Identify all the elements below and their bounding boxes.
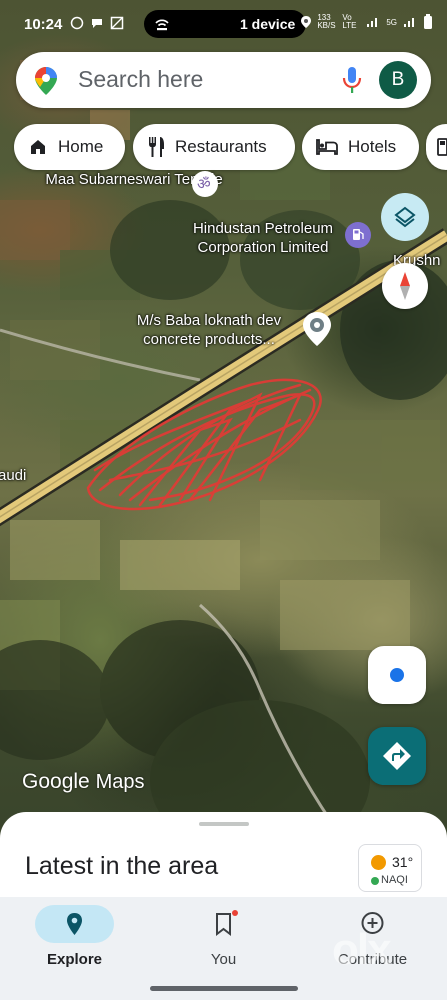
map-label-petroleum[interactable]: Hindustan Petroleum Corporation Limited	[185, 219, 341, 257]
status-bar: 10:24 1 device 133 KB/S Vo LTE 5G	[0, 0, 447, 48]
concrete-label-text: M/s Baba loknath dev concrete products..…	[136, 312, 282, 348]
nav-explore-pill	[35, 905, 114, 943]
cast-label: 1 device	[240, 16, 296, 32]
chip-restaurants[interactable]: Restaurants	[133, 124, 295, 170]
chat-icon	[92, 19, 102, 28]
sheet-title: Latest in the area	[25, 852, 219, 880]
chip-hotels[interactable]: Hotels	[302, 124, 419, 170]
home-icon	[31, 140, 45, 154]
nav-you[interactable]: You	[149, 897, 298, 1000]
network-type: Vo LTE	[342, 13, 357, 30]
battery-icon	[424, 14, 432, 29]
directions-icon	[383, 742, 411, 770]
layers-icon	[394, 206, 416, 228]
microphone-icon[interactable]	[342, 66, 362, 94]
maps-wordmark: Maps	[95, 771, 145, 793]
petroleum-poi[interactable]	[345, 222, 371, 248]
search-bar[interactable]: Search here B	[16, 52, 431, 108]
chip-home[interactable]: Home	[14, 124, 125, 170]
network-5g: 5G	[386, 17, 397, 27]
nav-label-you: You	[210, 951, 237, 968]
chip-label-hotels: Hotels	[348, 137, 397, 156]
search-input[interactable]: Search here	[78, 66, 203, 93]
google-maps-logo-icon	[35, 67, 57, 95]
cast-icon	[155, 19, 169, 31]
air-quality-dot	[371, 877, 379, 885]
notification-icons	[70, 16, 124, 30]
google-maps-attribution: Google Maps	[22, 770, 144, 794]
gas-station-icon	[437, 138, 447, 156]
whatsapp-icon	[70, 16, 84, 30]
nav-label-explore: Explore	[46, 951, 103, 968]
network-speed: 133 KB/S	[317, 13, 336, 30]
status-time: 10:24	[24, 16, 63, 33]
audi-label-text: audi	[0, 467, 27, 484]
explore-pin-icon	[67, 913, 82, 935]
fork-knife-icon	[149, 137, 164, 157]
gesture-bar[interactable]	[150, 986, 298, 991]
directions-button[interactable]	[368, 727, 426, 785]
sun-icon	[371, 855, 386, 870]
fuel-pump-icon	[353, 229, 364, 240]
air-quality-label: NAQI	[381, 874, 408, 886]
compass-button[interactable]	[382, 263, 428, 309]
signal-icon	[367, 18, 378, 27]
google-wordmark: Google	[22, 770, 90, 793]
layers-button[interactable]	[381, 193, 429, 241]
cast-indicator[interactable]: 1 device	[144, 10, 306, 38]
gallery-icon	[110, 16, 124, 30]
chip-label-home: Home	[58, 137, 104, 156]
location-status-icon	[301, 16, 312, 28]
sheet-drag-handle[interactable]	[199, 822, 249, 826]
map-label-concrete[interactable]: M/s Baba loknath dev concrete products..…	[118, 311, 300, 349]
my-location-button[interactable]	[368, 646, 426, 704]
weather-chip[interactable]: 31° NAQI	[358, 844, 422, 892]
account-avatar[interactable]: B	[379, 61, 417, 99]
weather-temp: 31°	[392, 854, 414, 870]
nav-you-pill	[184, 905, 263, 943]
signal-icon-2	[404, 18, 414, 27]
nav-explore[interactable]: Explore	[0, 897, 149, 1000]
my-location-icon	[388, 666, 406, 684]
status-right-icons: 133 KB/S Vo LTE 5G	[300, 14, 433, 30]
bed-icon	[316, 139, 338, 155]
map-label-audi: audi	[0, 466, 38, 485]
location-pin-icon[interactable]	[302, 311, 332, 347]
chip-label-restaurants: Restaurants	[175, 137, 267, 156]
temple-poi[interactable]: ॐ	[192, 171, 218, 197]
notification-dot	[232, 910, 238, 916]
petroleum-label-text: Hindustan Petroleum Corporation Limited	[192, 220, 334, 256]
compass-icon	[400, 272, 410, 300]
om-icon: ॐ	[197, 176, 211, 193]
bookmark-icon	[216, 913, 231, 937]
olx-watermark: olx	[332, 925, 392, 974]
